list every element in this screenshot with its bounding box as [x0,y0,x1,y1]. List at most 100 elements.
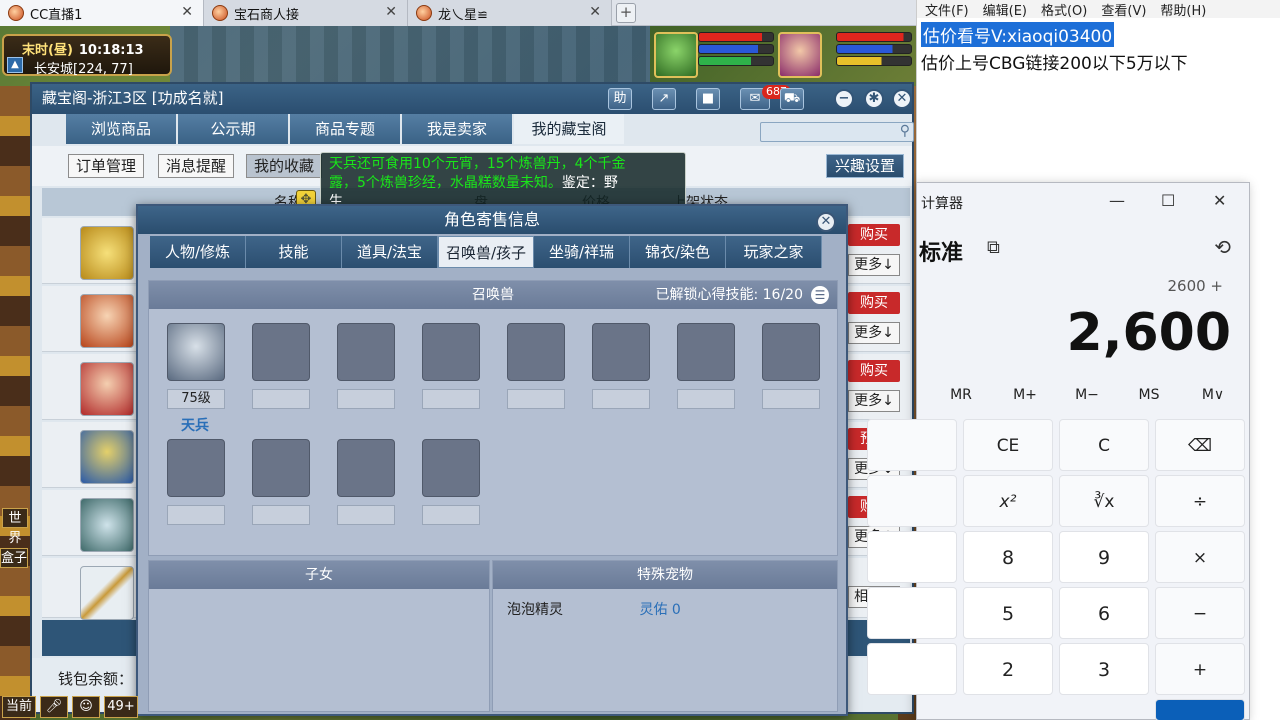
tab-my-pavilion[interactable]: 我的藏宝阁 [514,114,624,144]
close-icon[interactable]: ✕ [589,4,601,20]
minimize-icon[interactable]: − [834,89,854,109]
pet-slot[interactable] [762,323,820,381]
close-icon[interactable]: ✕ [892,89,912,109]
list-menu-icon[interactable]: ☰ [811,286,829,304]
two-button[interactable]: 2 [963,643,1053,695]
seven-button[interactable] [867,531,957,583]
m-plus-button[interactable]: M+ [995,387,1055,403]
tab-public[interactable]: 公示期 [178,114,288,144]
tab-seller[interactable]: 我是卖家 [402,114,512,144]
order-management-button[interactable]: 订单管理 [68,154,145,178]
my-favorites-button[interactable]: 我的收藏 [246,154,323,178]
more-button[interactable]: 更多↓ [848,390,900,412]
share-icon[interactable]: ↗ [652,88,676,110]
eight-button[interactable]: 8 [963,531,1053,583]
tab-home[interactable]: 玩家之家 [726,236,822,268]
minimize-icon[interactable]: — [1109,191,1125,210]
multiply-button[interactable]: × [1155,531,1245,583]
ce-button[interactable]: CE [963,419,1053,471]
plus-button[interactable]: + [1155,643,1245,695]
cart-icon[interactable]: ⛟ [780,88,804,110]
browser-tab-dragon-star[interactable]: 龙乀星≌ ✕ [408,0,612,26]
pet-slot[interactable] [167,439,225,497]
unread-count: 49+ [104,696,138,718]
mp-bar [836,44,912,54]
equals-button[interactable] [1155,699,1245,720]
close-icon[interactable]: ✕ [385,4,397,20]
buy-button[interactable]: 购买 [848,292,900,314]
more-button[interactable]: 更多↓ [848,254,900,276]
m-list-button[interactable]: M∨ [1183,387,1243,403]
menu-view[interactable]: 查看(V) [1101,0,1146,19]
one-button[interactable] [867,643,957,695]
ms-button[interactable]: MS [1119,387,1179,403]
pet-slot[interactable] [252,323,310,381]
pet-slot[interactable] [592,323,650,381]
stop-icon[interactable]: ■ [696,88,720,110]
cube-root-button[interactable]: ∛x [1059,475,1149,527]
reciprocal-button[interactable] [867,475,957,527]
percent-button[interactable] [867,419,957,471]
microphone-icon[interactable]: 🎤︎ [40,696,68,718]
browser-tab-cc-live[interactable]: CC直播1 ✕ [0,0,204,26]
settings-gear-icon[interactable]: ✱ [864,89,884,109]
player-portrait[interactable] [778,32,822,78]
calculator-mode[interactable]: 标准 [919,235,963,267]
tab-items[interactable]: 道具/法宝 [342,236,438,268]
pet-slot[interactable] [422,323,480,381]
maximize-icon[interactable]: ☐ [1161,191,1175,210]
message-reminder-button[interactable]: 消息提醒 [158,154,235,178]
current-channel-button[interactable]: 当前 [2,696,36,718]
tab-character[interactable]: 人物/修炼 [150,236,246,268]
new-tab-button[interactable]: + [616,3,636,23]
tab-pets[interactable]: 召唤兽/孩子 [438,236,534,268]
more-button[interactable]: 更多↓ [848,322,900,344]
m-minus-button[interactable]: M− [1057,387,1117,403]
tab-mounts[interactable]: 坐骑/祥瑞 [534,236,630,268]
four-button[interactable] [867,587,957,639]
menu-help[interactable]: 帮助(H) [1160,0,1206,19]
minus-button[interactable]: − [1155,587,1245,639]
history-icon[interactable]: ⟲ [1214,235,1231,259]
pet-slot[interactable] [422,439,480,497]
close-icon[interactable]: ✕ [816,212,836,232]
close-icon[interactable]: ✕ [1213,191,1226,210]
tab-topics[interactable]: 商品专题 [290,114,400,144]
pet-slot[interactable] [337,323,395,381]
keep-on-top-icon[interactable]: ⧉ [987,237,1000,258]
tab-skills[interactable]: 技能 [246,236,342,268]
tab-outfits[interactable]: 锦衣/染色 [630,236,726,268]
divide-button[interactable]: ÷ [1155,475,1245,527]
pet-slot[interactable] [677,323,735,381]
world-channel-label[interactable]: 世界 [2,508,28,546]
pet-slot[interactable] [337,439,395,497]
minimap-icon[interactable]: ▲ [7,57,23,73]
interest-settings-button[interactable]: 兴趣设置 [826,154,905,178]
pet-slot[interactable] [507,323,565,381]
six-button[interactable]: 6 [1059,587,1149,639]
buy-button[interactable]: 购买 [848,224,900,246]
mr-button[interactable]: MR [931,387,991,403]
menu-edit[interactable]: 编辑(E) [983,0,1027,19]
three-button[interactable]: 3 [1059,643,1149,695]
notepad-line-1[interactable]: 估价看号V:xiaoqi03400 [921,22,1115,47]
notepad-line-2[interactable]: 估价上号CBG链接200以下5万以下 [921,49,1280,74]
close-icon[interactable]: ✕ [181,4,193,20]
tab-browse[interactable]: 浏览商品 [66,114,176,144]
five-button[interactable]: 5 [963,587,1053,639]
pet-slot[interactable] [252,439,310,497]
search-icon[interactable]: ⚲ [900,123,910,139]
help-button[interactable]: 助 [608,88,632,110]
menu-file[interactable]: 文件(F) [925,0,969,19]
pet-slot-tianbing[interactable] [167,323,225,381]
nine-button[interactable]: 9 [1059,531,1149,583]
menu-format[interactable]: 格式(O) [1041,0,1087,19]
backspace-button[interactable]: ⌫ [1155,419,1245,471]
browser-tab-gem-merchant[interactable]: 宝石商人接 ✕ [204,0,408,26]
c-button[interactable]: C [1059,419,1149,471]
buy-button[interactable]: 购买 [848,360,900,382]
search-input[interactable]: ⚲ [760,122,914,142]
pet-portrait[interactable] [654,32,698,78]
square-button[interactable]: x² [963,475,1053,527]
emoji-icon[interactable]: ☺ [72,696,100,718]
